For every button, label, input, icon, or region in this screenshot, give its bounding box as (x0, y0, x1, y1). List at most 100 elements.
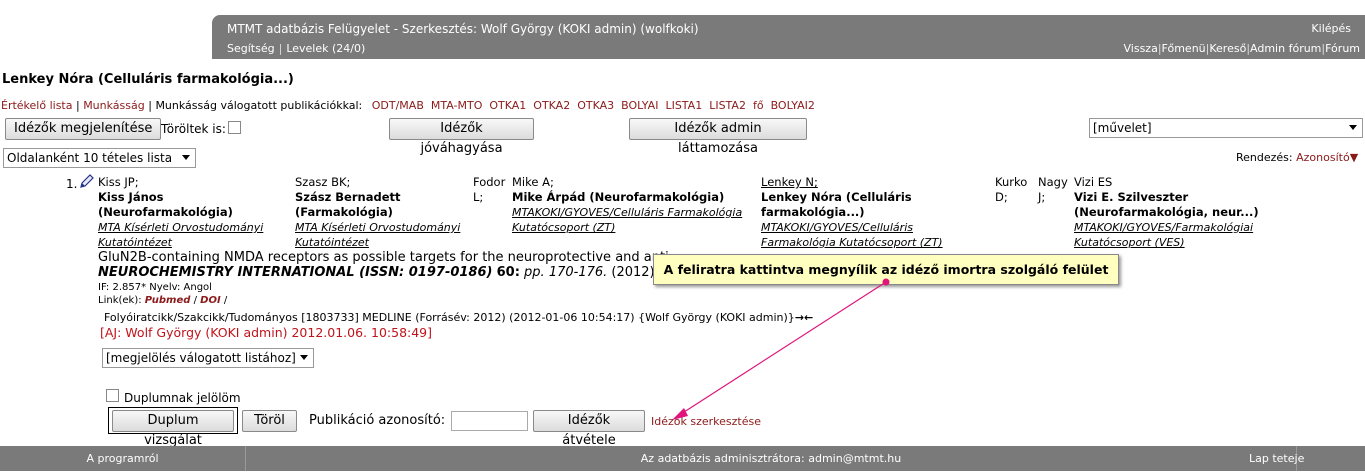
main-menu-link[interactable]: Főmenü (1162, 42, 1206, 55)
author-name: Mike Árpád (Neurofarmakológia) (512, 190, 725, 204)
mark-list-select[interactable]: [megjelölés válogatott listához] (102, 348, 314, 368)
approve-citations-button[interactable]: Idézők jóváhagyása (389, 118, 534, 156)
logout-link[interactable]: Kilépés (1311, 22, 1351, 35)
author-dept: (Farmakológia) (295, 205, 393, 219)
work-link[interactable]: Munkásság (83, 99, 145, 112)
page-title: Lenkey Nóra (Celluláris farmakológia...) (2, 72, 294, 87)
publication-source: NEUROCHEMISTRY INTERNATIONAL (ISSN: 0197… (98, 265, 655, 280)
author-institute-2[interactable]: Farmakológia Kutatócsoport (ZT) (761, 235, 981, 250)
pub-id-label: Publikáció azonosító: (309, 413, 446, 428)
header-right-nav: Vissza|Főmenü|Kereső|Admin fórum|Fórum (1123, 42, 1361, 55)
list-link-bolyai2[interactable]: BOLYAI2 (771, 99, 815, 112)
header-title: MTMT adatbázis Felügyelet - Szerkesztés:… (227, 22, 699, 36)
author-lenkey: Lenkey N; Lenkey Nóra (Celluláris farmak… (761, 175, 981, 250)
deleted-checkbox[interactable] (228, 121, 241, 134)
author-institute-2[interactable]: Kutatóintézet (98, 235, 288, 250)
admin-contact: Az adatbázis adminisztrátora: admin@mtmt… (640, 452, 902, 465)
list-link-otka3[interactable]: OTKA3 (577, 99, 614, 112)
list-link-fo[interactable]: fő (753, 99, 764, 112)
evaluation-list-link[interactable]: Értékelő lista (1, 99, 72, 112)
author-vizi: Vizi ES Vizi E. Szilveszter (Neurofarmak… (1074, 175, 1294, 250)
approval-info: [AJ: Wolf György (KOKI admin) 2012.01.06… (100, 325, 433, 340)
sort-control: Rendezés: Azonosító▼ (1236, 151, 1358, 164)
author-institute-2[interactable]: Kutatócsoport (VES) (1074, 235, 1294, 250)
help-link[interactable]: Segítség (227, 42, 275, 55)
classification: Folyóiratcikk/Szakcikk/Tudományos [18037… (104, 311, 813, 324)
author-institute-2[interactable]: Kutatócsoport (ZT) (512, 220, 758, 235)
author-short: Nagy J; (1038, 175, 1068, 204)
chevron-down-icon (182, 155, 190, 160)
author-short: Kurko D; (995, 175, 1028, 204)
admin-forum-link[interactable]: Admin fórum (1250, 42, 1321, 55)
list-link-bolyai[interactable]: BOLYAI (621, 99, 658, 112)
author-kiss: Kiss JP; Kiss János (Neurofarmakológia) … (98, 175, 288, 250)
back-link[interactable]: Vissza (1124, 42, 1158, 55)
links-row: Link(ek): Pubmed / DOI / (98, 295, 228, 306)
author-institute-2[interactable]: Kutatóintézet (295, 235, 470, 250)
duplicate-label: Duplumnak jelölöm (124, 391, 241, 405)
author-short: Fodor L; (473, 175, 506, 204)
paging-select[interactable]: Oldalanként 10 tételes lista (3, 148, 196, 168)
arrows-icon[interactable]: →← (795, 311, 813, 324)
author-short: Szasz BK; (295, 175, 351, 189)
pages: pp. 170-176. (524, 265, 608, 280)
paging-select-value: Oldalanként 10 tételes lista (7, 151, 173, 165)
author-name: Vizi E. Szilveszter (1074, 190, 1189, 204)
about-link[interactable]: A programról (0, 446, 246, 471)
author-institute[interactable]: MTAKOKI/GYOVES/Celluláris (761, 220, 981, 235)
volume: 60: (496, 265, 520, 280)
admin-review-button[interactable]: Idézők admin láttamozása (629, 118, 807, 156)
author-name: Lenkey Nóra (Celluláris (761, 190, 912, 204)
author-nagy: Nagy J; (1038, 175, 1072, 205)
pencil-icon[interactable] (79, 173, 95, 192)
list-link-lista1[interactable]: LISTA1 (665, 99, 702, 112)
author-dept: (Neurofarmakológia) (98, 205, 233, 219)
classification-text: Folyóiratcikk/Szakcikk/Tudományos [18037… (104, 311, 795, 324)
chevron-down-icon (1349, 125, 1357, 130)
list-link-odt-mab[interactable]: ODT/MAB (372, 99, 424, 112)
forum-link[interactable]: Fórum (1325, 42, 1360, 55)
pub-id-input[interactable] (451, 411, 528, 431)
sort-link[interactable]: Azonosító (1296, 151, 1350, 164)
edit-citations-link[interactable]: Idézők szerkesztése (651, 415, 761, 428)
list-link-mta-mto[interactable]: MTA-MTO (431, 99, 482, 112)
show-citations-button[interactable]: Idézők megjelenítése (5, 118, 162, 140)
author-institute[interactable]: MTA Kísérleti Orvostudományi (98, 220, 288, 235)
footer: A programról Az adatbázis adminisztrátor… (0, 446, 1365, 471)
doi-link[interactable]: DOI (200, 295, 221, 306)
author-name: Szász Bernadett (295, 190, 401, 204)
impact-factor: IF: 2.857* Nyelv: Angol (98, 282, 212, 293)
deleted-label: Töröltek is: (161, 122, 226, 136)
search-link[interactable]: Kereső (1209, 42, 1246, 55)
author-fodor: Fodor L; (473, 175, 511, 205)
selected-pubs-label: Munkásság válogatott publikációkkal: (155, 99, 363, 112)
author-name: Kiss János (98, 190, 164, 204)
mark-list-select-value: [megjelölés válogatott listához] (106, 351, 296, 365)
author-dept: (Neurofarmakológia, neur...) (1074, 205, 1259, 219)
author-institute[interactable]: MTAKOKI/GYOVES/Celluláris Farmakológia (512, 205, 758, 220)
delete-button[interactable]: Töröl (242, 410, 297, 432)
author-short: Kiss JP; (98, 175, 139, 189)
author-institute[interactable]: MTAKOKI/GYOVES/Farmakológiai (1074, 220, 1294, 235)
list-link-otka1[interactable]: OTKA1 (489, 99, 526, 112)
links-label: Link(ek): (98, 295, 142, 306)
sort-label: Rendezés: (1236, 151, 1293, 164)
list-link-lista2[interactable]: LISTA2 (709, 99, 746, 112)
messages-link[interactable]: Levelek (24/0) (286, 42, 365, 55)
chevron-down-icon (300, 355, 308, 360)
author-dept: farmakológia...) (761, 205, 865, 219)
duplicate-checkbox[interactable] (106, 389, 119, 402)
author-institute[interactable]: MTA Kísérleti Orvostudományi (295, 220, 470, 235)
action-select[interactable]: [művelet] (1089, 118, 1363, 138)
record-number: 1. (66, 177, 78, 191)
author-short[interactable]: Lenkey N; (761, 175, 981, 190)
year: (2012) (611, 265, 655, 280)
duplicate-check-frame: Duplum vizsgálat (108, 407, 238, 448)
top-of-page-link[interactable]: Lap teteje (1249, 446, 1365, 471)
author-mike: Mike A; Mike Árpád (Neurofarmakológia) M… (512, 175, 758, 235)
list-link-otka2[interactable]: OTKA2 (533, 99, 570, 112)
duplicate-check-button[interactable]: Duplum vizsgálat (112, 410, 234, 448)
take-citations-button[interactable]: Idézők átvétele (533, 410, 645, 448)
pubmed-link[interactable]: Pubmed (145, 295, 191, 306)
author-short: Vizi ES (1074, 175, 1113, 189)
